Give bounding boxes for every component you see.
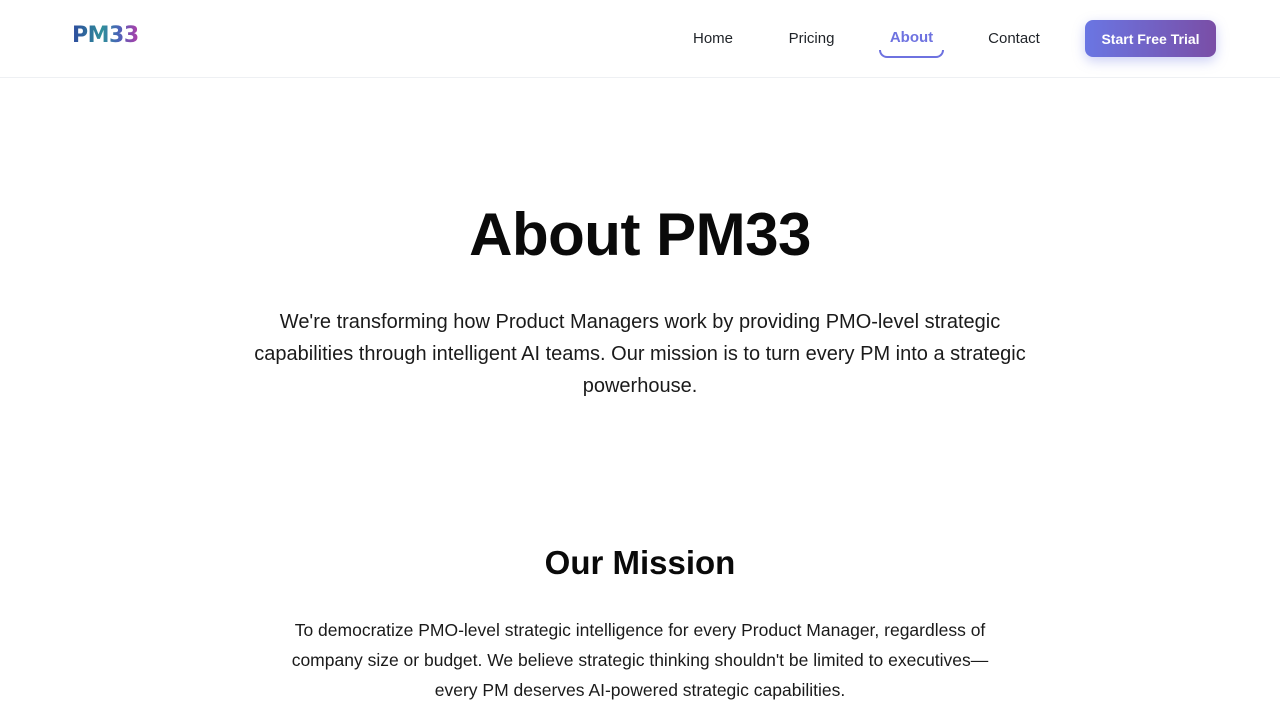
nav-home-link[interactable]: Home bbox=[687, 20, 739, 58]
page-title: About PM33 bbox=[469, 201, 811, 268]
nav-about-link[interactable]: About bbox=[879, 20, 944, 58]
start-free-trial-button[interactable]: Start Free Trial bbox=[1085, 20, 1216, 57]
mission-heading: Our Mission bbox=[544, 544, 736, 581]
hero-subtitle: We're transforming how Product Managers … bbox=[254, 311, 1026, 397]
mission-text: To democratize PMO-level strategic intel… bbox=[291, 620, 989, 700]
top-navbar: PM33 Home Pricing About Contact Start Fr… bbox=[0, 0, 1280, 78]
nav-pricing-link[interactable]: Pricing bbox=[781, 20, 842, 58]
nav-contact-link[interactable]: Contact bbox=[981, 20, 1047, 58]
